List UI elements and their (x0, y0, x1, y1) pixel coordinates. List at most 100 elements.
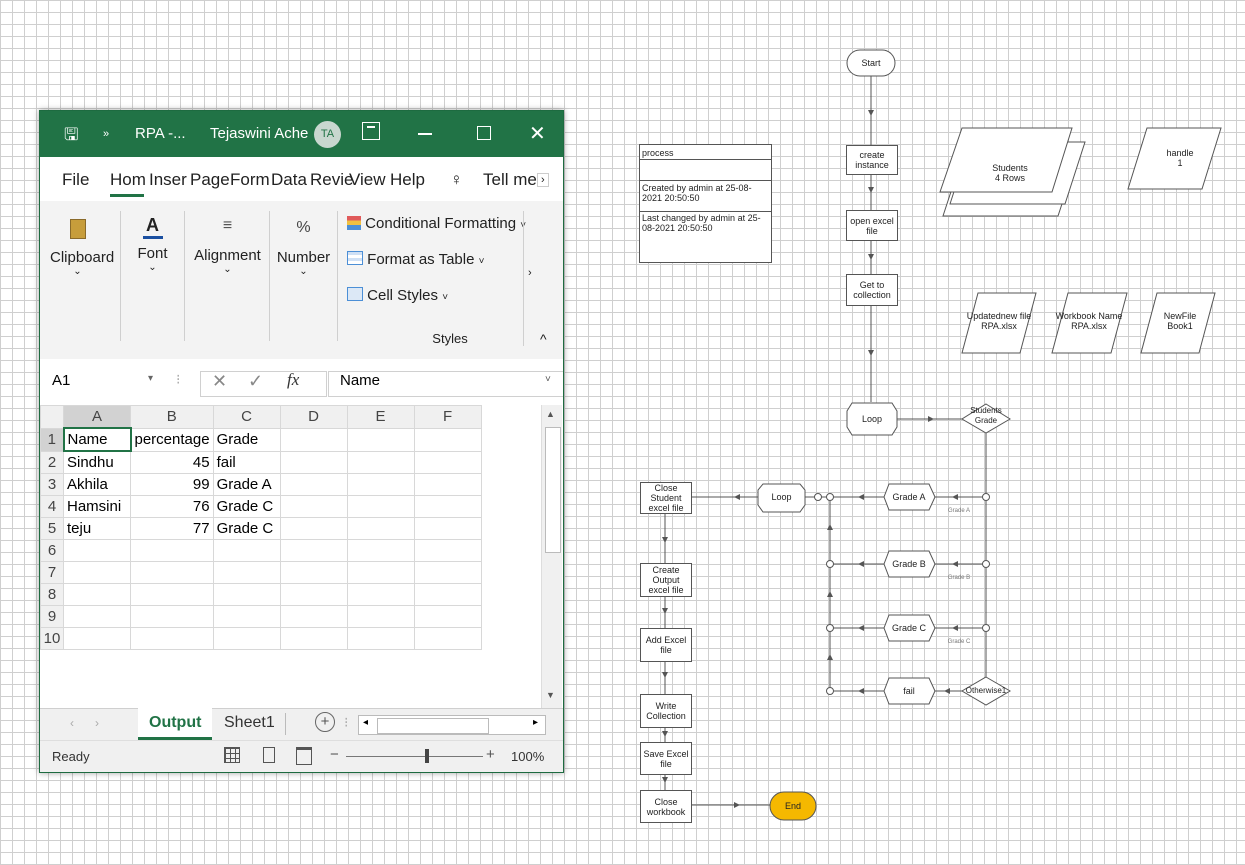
cell[interactable]: teju (63, 517, 131, 540)
cell[interactable] (212, 539, 281, 562)
enter-icon[interactable]: ✓ (248, 371, 263, 392)
cell[interactable]: 77 (130, 517, 214, 540)
tab-sheet1[interactable]: Sheet1 (224, 714, 275, 732)
select-all-corner[interactable] (40, 405, 64, 429)
cell[interactable] (346, 561, 415, 584)
expand-formula-icon[interactable]: ˅ (545, 374, 551, 385)
zoom-slider[interactable] (346, 756, 483, 757)
cell[interactable] (279, 561, 348, 584)
tab-insert[interactable]: Inser (149, 170, 187, 190)
ribbon-scroll-right-icon[interactable]: › (528, 267, 532, 279)
worksheet-grid[interactable]: A B C D E F 1 Name percentage Grade 2 Si… (40, 405, 563, 708)
scroll-down-icon[interactable]: ▼ (546, 690, 555, 700)
avatar[interactable]: TA (314, 121, 341, 148)
row-header[interactable]: 1 (40, 427, 64, 452)
cell[interactable] (413, 583, 482, 606)
minimize-icon[interactable] (418, 133, 432, 135)
tab-data[interactable]: Data (271, 170, 307, 190)
row-header[interactable]: 5 (40, 517, 64, 540)
cell[interactable] (346, 583, 415, 606)
column-header[interactable]: C (212, 405, 281, 429)
open-excel-step[interactable]: open excel file (846, 210, 898, 241)
close-workbook-step[interactable]: Close workbook (640, 790, 692, 823)
row-header[interactable]: 6 (40, 539, 64, 562)
cell[interactable]: 76 (130, 495, 214, 518)
cell[interactable] (212, 583, 281, 606)
zoom-in-icon[interactable]: + (486, 746, 495, 763)
column-header[interactable]: D (279, 405, 348, 429)
prev-sheet-icon[interactable]: ‹ (70, 716, 74, 730)
scrollbar-thumb[interactable] (377, 718, 489, 734)
cell[interactable]: 45 (130, 450, 214, 474)
cell[interactable] (346, 517, 415, 540)
cell[interactable] (279, 427, 348, 452)
add-excel-step[interactable]: Add Excel file (640, 628, 692, 662)
row-header[interactable]: 9 (40, 605, 64, 628)
cell[interactable] (279, 517, 348, 540)
cell[interactable] (63, 583, 131, 606)
cell[interactable] (63, 627, 131, 650)
ribbon-display-icon[interactable] (362, 122, 380, 140)
cell[interactable] (413, 561, 482, 584)
create-instance-step[interactable]: create instance (846, 145, 898, 175)
tabs-scroll-right-icon[interactable]: › (537, 173, 549, 187)
cell[interactable] (413, 539, 482, 562)
maximize-icon[interactable] (477, 126, 491, 140)
cell[interactable]: Sindhu (63, 450, 131, 474)
row-header[interactable]: 7 (40, 561, 64, 584)
format-as-table-button[interactable]: Format as Table ˅ (347, 251, 484, 268)
cell[interactable] (63, 605, 131, 628)
horizontal-scrollbar[interactable]: ◂ ▸ (358, 715, 546, 735)
cell[interactable] (130, 561, 214, 584)
user-name[interactable]: Tejaswini Ache (210, 125, 308, 142)
cell-styles-button[interactable]: Cell Styles ˅ (347, 287, 448, 304)
scroll-right-icon[interactable]: ▸ (533, 717, 538, 728)
cell[interactable]: Name (62, 427, 132, 452)
cell[interactable] (413, 495, 482, 518)
cell[interactable]: Grade C (212, 495, 281, 518)
save-excel-step[interactable]: Save Excel file (640, 742, 692, 775)
cell[interactable] (346, 495, 415, 518)
column-header[interactable]: E (346, 405, 415, 429)
sheet-table[interactable]: A B C D E F 1 Name percentage Grade 2 Si… (40, 405, 482, 650)
cell[interactable] (279, 495, 348, 518)
add-sheet-icon[interactable]: + (315, 712, 335, 732)
row-header[interactable]: 2 (40, 450, 64, 474)
cell[interactable] (413, 627, 482, 650)
cell[interactable] (346, 427, 415, 452)
tab-output[interactable]: Output (149, 714, 201, 732)
tell-me-search[interactable]: Tell me (483, 170, 537, 190)
name-box[interactable]: A1 (52, 372, 70, 389)
cell[interactable] (63, 561, 131, 584)
cell[interactable]: Hamsini (63, 495, 131, 518)
cell[interactable] (346, 627, 415, 650)
zoom-level[interactable]: 100% (511, 749, 544, 764)
column-header[interactable]: B (130, 405, 214, 429)
get-collection-step[interactable]: Get to collection (846, 274, 898, 306)
cell[interactable] (413, 605, 482, 628)
cell[interactable] (346, 605, 415, 628)
close-student-step[interactable]: Close Student excel file (640, 482, 692, 514)
row-header[interactable]: 10 (40, 627, 64, 650)
column-header[interactable]: F (413, 405, 482, 429)
zoom-out-icon[interactable]: − (330, 746, 339, 763)
page-break-icon[interactable] (296, 747, 312, 765)
cell[interactable]: Akhila (63, 473, 131, 496)
cell[interactable] (130, 605, 214, 628)
tab-page[interactable]: Page (190, 170, 230, 190)
tab-home[interactable]: Hom (110, 170, 146, 190)
close-icon[interactable]: ✕ (529, 121, 546, 146)
row-header[interactable]: 8 (40, 583, 64, 606)
scrollbar-thumb[interactable] (545, 427, 561, 553)
row-header[interactable]: 4 (40, 495, 64, 518)
cell[interactable] (413, 450, 482, 474)
cell[interactable] (413, 517, 482, 540)
cell[interactable]: 99 (130, 473, 214, 496)
cell[interactable] (279, 605, 348, 628)
cell[interactable] (63, 539, 131, 562)
conditional-formatting-button[interactable]: Conditional Formatting ˅ (347, 215, 526, 232)
number-group[interactable]: % Number ⌄ (276, 219, 331, 277)
cell[interactable] (212, 605, 281, 628)
tab-formulas[interactable]: Form (230, 170, 270, 190)
cell[interactable]: Grade C (212, 517, 281, 540)
